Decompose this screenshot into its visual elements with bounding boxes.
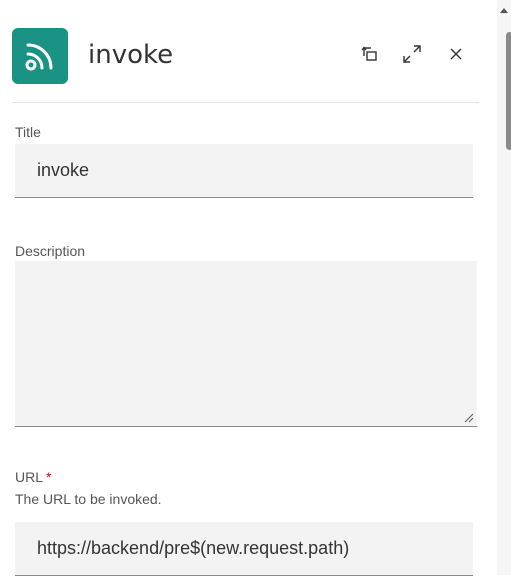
url-field[interactable] xyxy=(15,522,473,576)
resize-grip-icon[interactable] xyxy=(464,413,474,423)
restore-button[interactable] xyxy=(357,42,381,66)
close-button[interactable] xyxy=(444,42,468,66)
title-label: Title xyxy=(15,124,41,140)
properties-panel: invoke Title Description URL* Th xyxy=(0,0,495,576)
description-field[interactable] xyxy=(15,261,477,427)
title-field[interactable] xyxy=(15,144,473,198)
header-divider xyxy=(12,102,479,103)
url-hint: The URL to be invoked. xyxy=(15,491,162,507)
restore-icon xyxy=(361,46,377,61)
scroll-up-icon[interactable] xyxy=(499,6,509,14)
description-label: Description xyxy=(15,243,86,259)
rss-feed-icon xyxy=(25,43,53,71)
url-label-text: URL xyxy=(15,469,44,485)
scrollbar-thumb[interactable] xyxy=(506,32,511,150)
expand-icon xyxy=(403,45,421,63)
page-title: invoke xyxy=(88,40,174,70)
expand-button[interactable] xyxy=(400,42,424,66)
url-label: URL * xyxy=(15,469,51,485)
required-marker: * xyxy=(46,469,52,485)
app-icon xyxy=(12,28,68,84)
close-icon xyxy=(450,48,462,60)
